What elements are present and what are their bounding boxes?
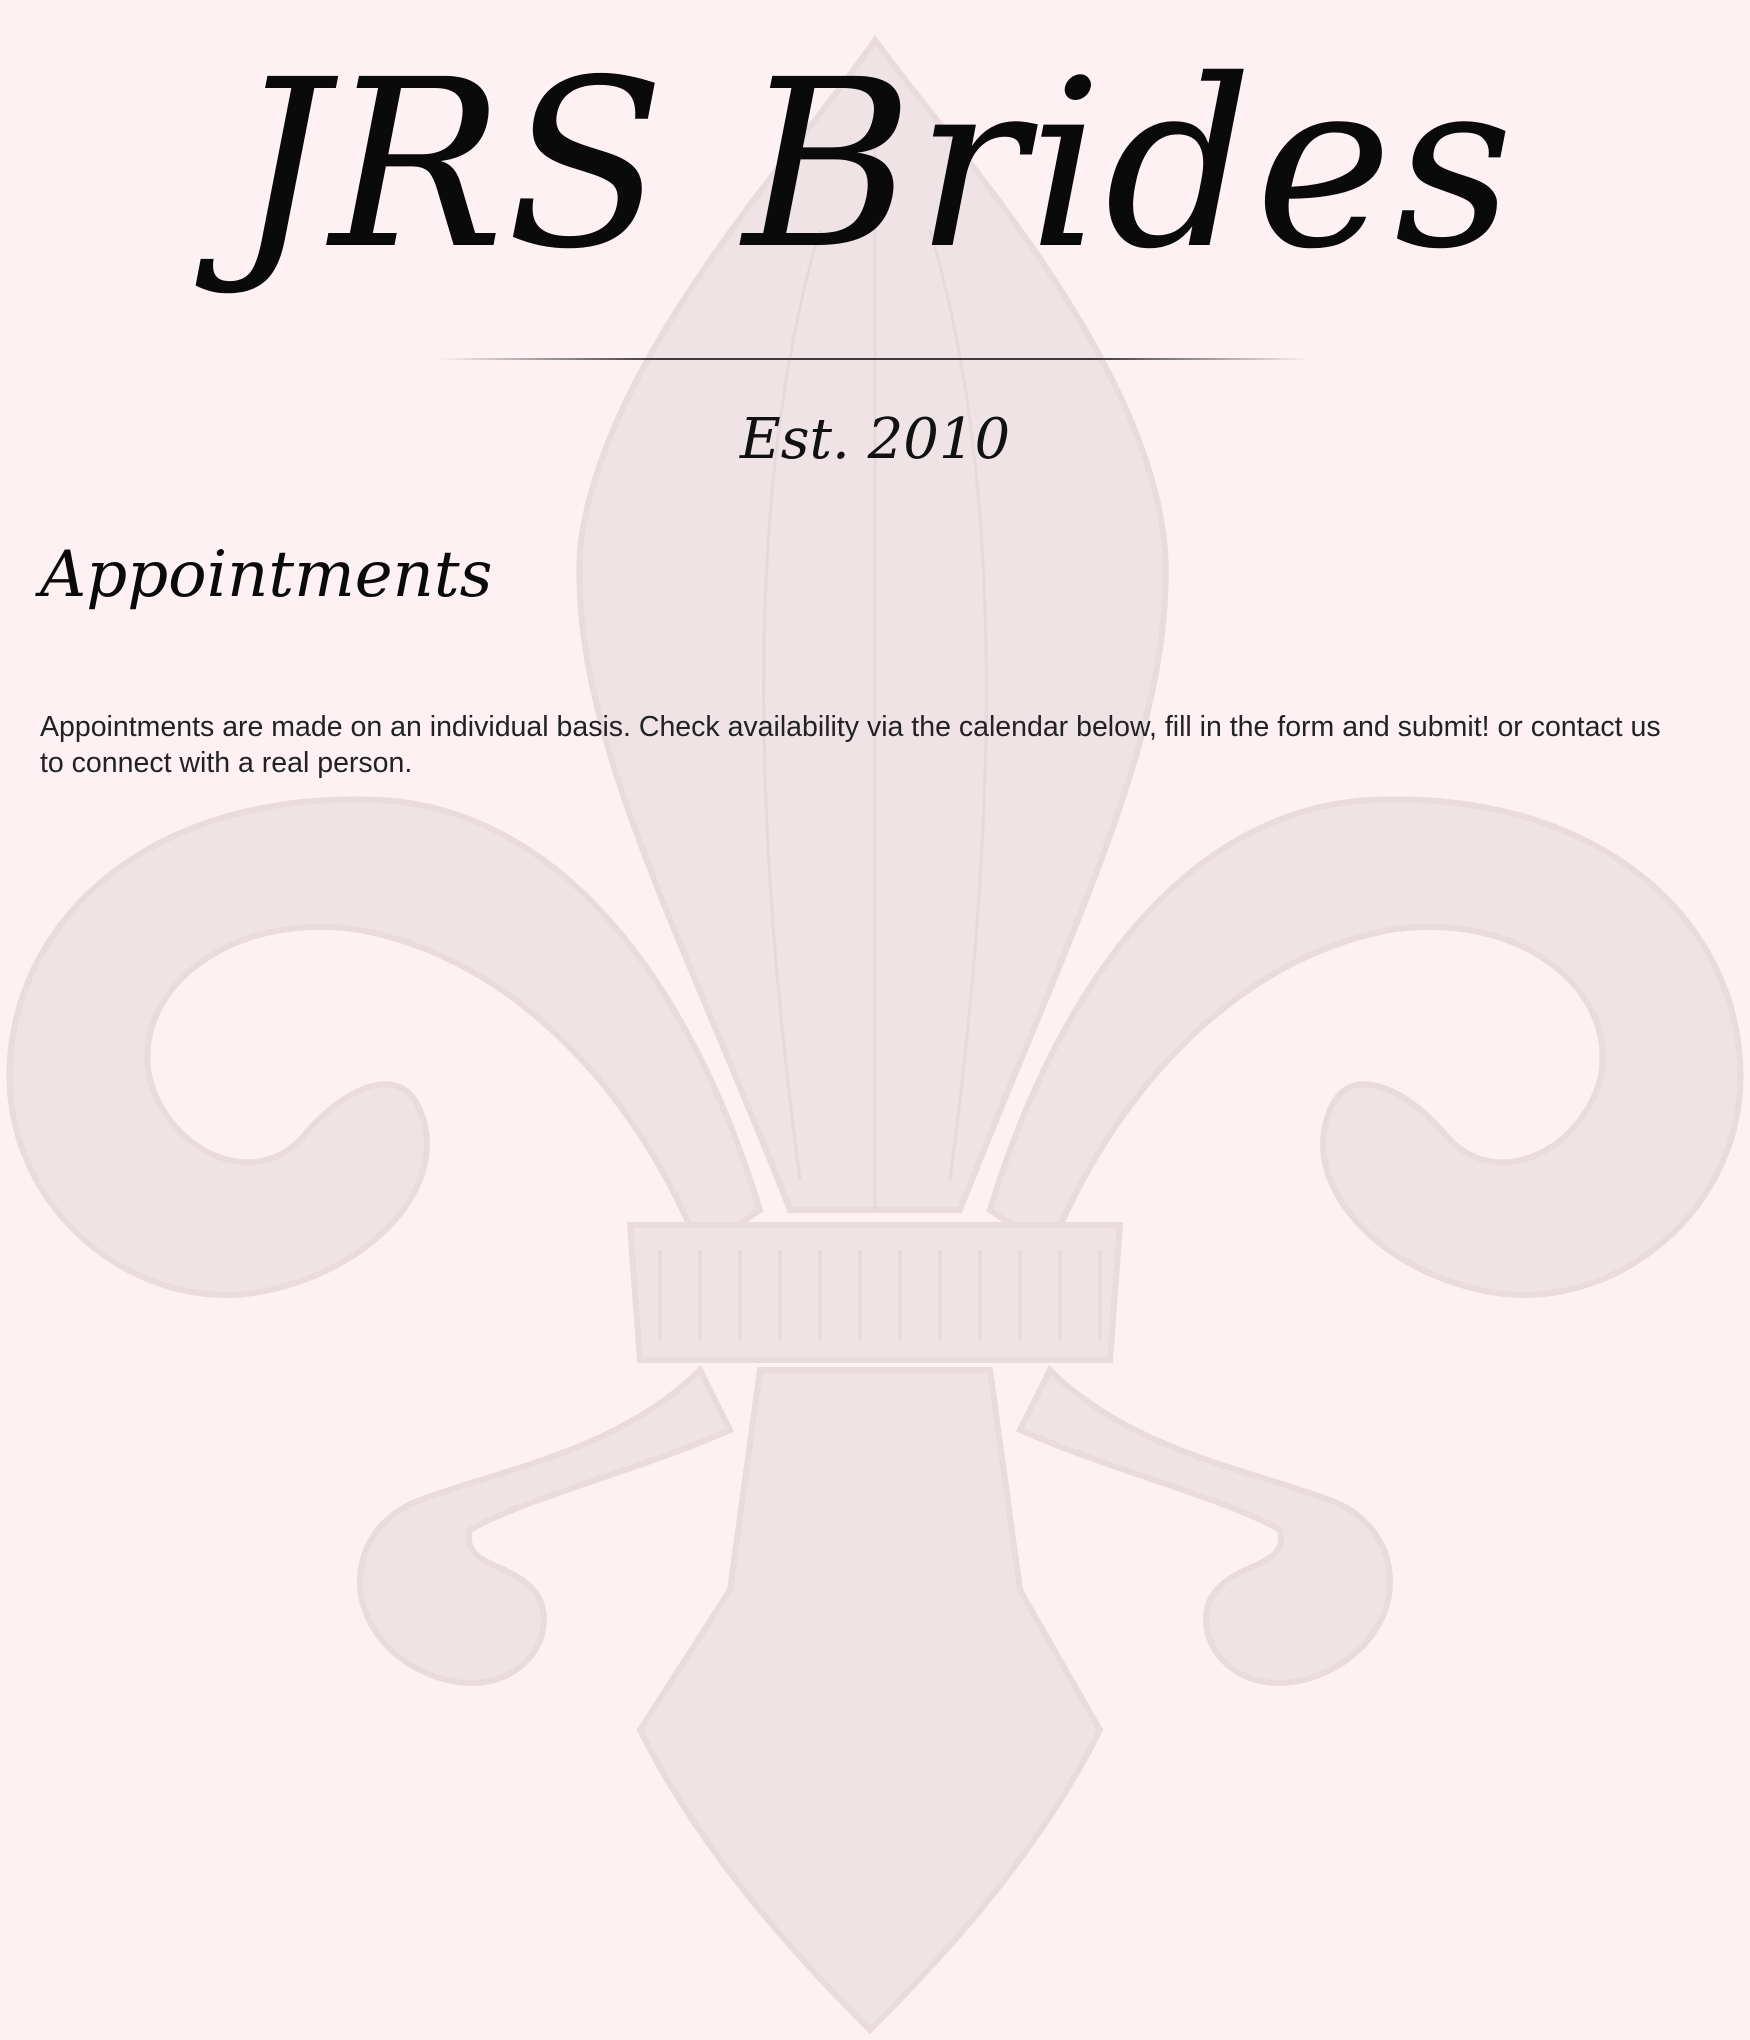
page: JRS Brides Est. 2010 Appointments Appoin… — [0, 0, 1750, 2040]
site-title[interactable]: JRS Brides — [0, 40, 1750, 290]
page-heading: Appointments — [40, 538, 493, 612]
title-divider — [440, 358, 1310, 360]
established-text: Est. 2010 — [739, 407, 1011, 472]
appointments-description: Appointments are made on an individual b… — [40, 711, 1661, 779]
